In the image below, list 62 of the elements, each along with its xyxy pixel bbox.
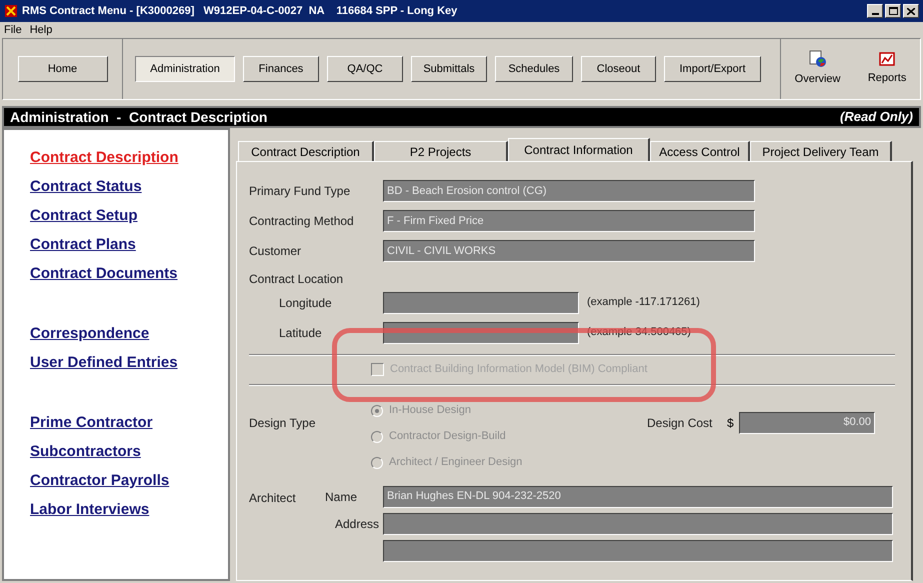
nav-button[interactable]: Submittals bbox=[411, 56, 487, 82]
menu-item[interactable]: File bbox=[4, 22, 22, 38]
radio-label: Contractor Design-Build bbox=[389, 429, 506, 444]
field-label: Primary Fund Type bbox=[249, 183, 352, 200]
nav-button[interactable]: Schedules bbox=[495, 56, 573, 82]
currency-symbol: $ bbox=[727, 414, 735, 432]
window-title: RMS Contract Menu - [K3000269] W912EP-04-C-0027 NA 116684 SPP - Long Key bbox=[22, 4, 458, 19]
sidebar-link[interactable]: Contract Plans bbox=[30, 235, 228, 255]
nav-button[interactable]: QA/QC bbox=[327, 56, 403, 82]
minimize-button[interactable] bbox=[867, 4, 883, 18]
sidebar-link[interactable]: Contractor Payrolls bbox=[30, 471, 228, 491]
nav-button[interactable]: Closeout bbox=[581, 56, 656, 82]
field-label: Design Type bbox=[249, 414, 316, 432]
nav-button[interactable]: Administration bbox=[135, 56, 235, 82]
maximize-icon bbox=[888, 7, 898, 15]
menu-item[interactable]: Help bbox=[30, 22, 52, 38]
section-title: Administration - Contract Description bbox=[10, 108, 268, 127]
radio-button[interactable] bbox=[371, 404, 383, 416]
field-label: Architect bbox=[249, 490, 297, 506]
field-label: Contract Location bbox=[249, 272, 344, 286]
chart-icon bbox=[879, 51, 896, 68]
sidebar-link[interactable]: Correspondence bbox=[30, 324, 228, 344]
radio-label: In-House Design bbox=[389, 403, 471, 418]
toolbar-tool[interactable]: Reports bbox=[868, 51, 906, 87]
sidebar-link[interactable]: Contract Setup bbox=[30, 206, 228, 226]
home-button[interactable]: Home bbox=[18, 56, 108, 82]
tab[interactable]: Access Control bbox=[650, 141, 750, 161]
app-icon bbox=[4, 4, 18, 18]
field-label: Longitude bbox=[278, 294, 333, 312]
tab[interactable]: P2 Projects bbox=[374, 141, 508, 161]
sidebar-link[interactable]: Prime Contractor bbox=[30, 413, 228, 433]
field-label: Name bbox=[325, 488, 358, 506]
radio-button[interactable] bbox=[371, 430, 383, 442]
minimize-icon bbox=[872, 13, 878, 15]
tab[interactable]: Contract Description bbox=[238, 141, 374, 161]
field-label: Customer bbox=[249, 243, 302, 260]
sidebar-link[interactable]: User Defined Entries bbox=[30, 353, 228, 373]
tab[interactable]: Project Delivery Team bbox=[750, 141, 892, 161]
sidebar-link[interactable]: Contract Description bbox=[30, 148, 228, 168]
nav-button[interactable]: Finances bbox=[243, 56, 319, 82]
input-field[interactable] bbox=[383, 292, 579, 314]
read-only-label: (Read Only) bbox=[840, 108, 913, 126]
globe-document-icon bbox=[808, 50, 827, 68]
field-label: Address bbox=[334, 516, 380, 532]
toolbar-tool[interactable]: Overview bbox=[794, 50, 840, 88]
input-field[interactable] bbox=[383, 540, 893, 562]
close-button[interactable] bbox=[903, 4, 919, 18]
nav-button[interactable]: Import/Export bbox=[664, 56, 761, 82]
example-hint: (example -117.171261) bbox=[587, 295, 700, 310]
tab[interactable]: Contract Information bbox=[508, 138, 650, 161]
radio-label: Architect / Engineer Design bbox=[389, 455, 522, 470]
radio-button[interactable] bbox=[371, 456, 383, 468]
sidebar-link[interactable]: Contract Documents bbox=[30, 264, 228, 284]
sidebar-link[interactable]: Labor Interviews bbox=[30, 500, 228, 520]
field-label: Design Cost bbox=[647, 414, 714, 432]
maximize-button[interactable] bbox=[885, 4, 901, 18]
sidebar-link[interactable]: Contract Status bbox=[30, 177, 228, 197]
input-field[interactable] bbox=[383, 512, 893, 534]
field-label: Latitude bbox=[278, 324, 323, 342]
sidebar-link[interactable]: Subcontractors bbox=[30, 442, 228, 462]
field-label: Contracting Method bbox=[249, 213, 355, 230]
close-icon bbox=[907, 8, 915, 14]
